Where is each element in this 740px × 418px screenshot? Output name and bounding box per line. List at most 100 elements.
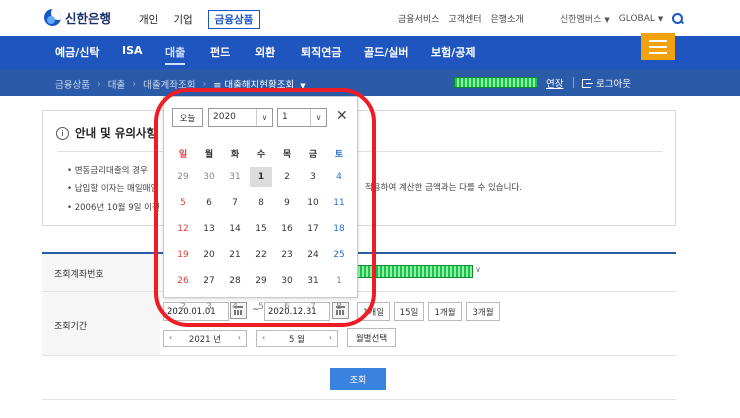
- main-nav-item[interactable]: 예금/신탁: [55, 44, 100, 60]
- main-nav-item[interactable]: 골드/실버: [364, 44, 409, 60]
- today-button[interactable]: 오늘: [172, 108, 203, 127]
- calendar-day[interactable]: 23: [276, 245, 298, 265]
- quick-3month-button[interactable]: 3개월: [466, 302, 500, 321]
- notice-bullet: • 변동금리대출의 경우: [67, 166, 148, 176]
- calendar-day[interactable]: 15: [250, 219, 272, 239]
- weekday-header: 토: [334, 150, 344, 160]
- calendar-day[interactable]: 25: [328, 245, 350, 265]
- main-nav-item[interactable]: ISA: [122, 44, 143, 57]
- chevron-right-icon[interactable]: ›: [329, 333, 332, 342]
- calendar-day[interactable]: 12: [172, 219, 194, 239]
- logo-text: 신한은행: [65, 11, 112, 26]
- calendar-day[interactable]: 3: [302, 167, 324, 187]
- calendar-day[interactable]: 30: [276, 271, 298, 291]
- main-nav-item[interactable]: 외환: [255, 44, 275, 60]
- calendar-day[interactable]: 9: [276, 193, 298, 213]
- top-nav-personal[interactable]: 개인: [139, 12, 158, 27]
- calendar-day[interactable]: 8: [250, 193, 272, 213]
- global-dropdown[interactable]: GLOBAL ▼: [619, 14, 664, 24]
- calendar-day[interactable]: 3: [198, 297, 220, 317]
- top-nav-financial-products[interactable]: 금융상품: [207, 10, 261, 29]
- calendar-day[interactable]: 19: [172, 245, 194, 265]
- notice-bullet: • 2006년 10월 9일 이전: [67, 203, 160, 213]
- calendar-day[interactable]: 22: [250, 245, 272, 265]
- main-nav-item[interactable]: 펀드: [210, 44, 230, 60]
- breadcrumb-item[interactable]: 금융상품: [55, 77, 90, 91]
- calendar-day[interactable]: 2: [276, 167, 298, 187]
- close-icon[interactable]: ✕: [336, 108, 348, 124]
- calendar-day[interactable]: 14: [224, 219, 246, 239]
- calendar-day[interactable]: 7: [302, 297, 324, 317]
- calendar-day[interactable]: 6: [276, 297, 298, 317]
- year-select[interactable]: 2020 ∨: [208, 108, 273, 127]
- family-site-dropdown[interactable]: 신한멤버스 ▼: [560, 12, 610, 25]
- utility-links: 금융서비스 고객센터 은행소개: [398, 12, 533, 25]
- calendar-day[interactable]: 18: [328, 219, 350, 239]
- chevron-down-icon: ∨: [256, 109, 272, 126]
- calendar-day[interactable]: 21: [224, 245, 246, 265]
- calendar-day[interactable]: 31: [302, 271, 324, 291]
- top-nav-corporate[interactable]: 기업: [173, 12, 192, 27]
- quick-15day-button[interactable]: 15일: [394, 302, 424, 321]
- calendar-day[interactable]: 26: [172, 271, 194, 291]
- util-financial-service[interactable]: 금융서비스: [398, 12, 439, 25]
- calendar-day[interactable]: 7: [224, 193, 246, 213]
- calendar-day[interactable]: 30: [198, 167, 220, 187]
- breadcrumb-item[interactable]: 대출계좌조회: [143, 77, 195, 91]
- month-select[interactable]: 1 ∨: [277, 108, 327, 127]
- notice-bullet: • 납입할 이자는 매일매일: [67, 184, 159, 194]
- month-stepper[interactable]: ‹ 5 월 ›: [256, 330, 338, 347]
- search-icon[interactable]: [672, 12, 684, 25]
- masked-account-select[interactable]: [355, 265, 473, 278]
- notice-title-text: 안내 및 유의사항: [75, 126, 158, 140]
- account-label: 조회계좌번호: [42, 254, 160, 292]
- calendar-day[interactable]: 5: [250, 297, 272, 317]
- calendar-day[interactable]: 6: [198, 193, 220, 213]
- logout-button[interactable]: 로그아웃: [582, 76, 631, 90]
- month-select-button[interactable]: 월별선택: [347, 328, 396, 347]
- calendar-day[interactable]: 28: [224, 271, 246, 291]
- year-stepper[interactable]: ‹ 2021 년 ›: [163, 330, 247, 347]
- calendar-day[interactable]: 13: [198, 219, 220, 239]
- search-button[interactable]: 조회: [330, 368, 386, 390]
- calendar-day[interactable]: 4: [328, 167, 350, 187]
- calendar-day[interactable]: 20: [198, 245, 220, 265]
- logo[interactable]: 신한은행: [44, 8, 111, 27]
- calendar-day[interactable]: 31: [224, 167, 246, 187]
- main-nav-item[interactable]: 대출: [165, 44, 186, 65]
- extend-link[interactable]: 연장: [546, 76, 563, 90]
- masked-user-name: [454, 77, 538, 88]
- chevron-down-icon: ∨: [475, 265, 481, 274]
- hamburger-menu-button[interactable]: [641, 33, 675, 60]
- hamburger-line: [649, 51, 667, 54]
- calendar-day[interactable]: 10: [302, 193, 324, 213]
- calendar-day[interactable]: 27: [198, 271, 220, 291]
- calendar-day[interactable]: 16: [276, 219, 298, 239]
- calendar-day[interactable]: 24: [302, 245, 324, 265]
- calendar-day[interactable]: 1: [328, 271, 350, 291]
- main-nav-item[interactable]: 퇴직연금: [301, 44, 341, 60]
- main-nav-item[interactable]: 보험/공제: [431, 44, 476, 60]
- quick-1month-button[interactable]: 1개월: [428, 302, 462, 321]
- util-bank-intro[interactable]: 은행소개: [491, 12, 524, 25]
- weekday-header: 화: [230, 150, 240, 160]
- util-customer-center[interactable]: 고객센터: [448, 12, 481, 25]
- breadcrumb: 금융상품 › 대출 › 대출계좌조회 › ≡ 대출해지현황조회 ▼: [55, 77, 306, 92]
- calendar-day[interactable]: 5: [172, 193, 194, 213]
- calendar-day[interactable]: 29: [172, 167, 194, 187]
- quick-1day-button[interactable]: 1개일: [357, 302, 390, 321]
- calendar-day[interactable]: 29: [250, 271, 272, 291]
- breadcrumb-current[interactable]: ≡ 대출해지현황조회 ▼: [213, 77, 305, 91]
- calendar-day[interactable]: 2: [172, 297, 194, 317]
- calendar-day[interactable]: 17: [302, 219, 324, 239]
- chevron-right-icon[interactable]: ›: [238, 333, 241, 342]
- calendar-day[interactable]: 11: [328, 193, 350, 213]
- calendar-day[interactable]: 4: [224, 297, 246, 317]
- calendar-day[interactable]: 1: [250, 167, 272, 187]
- year-select-value: 2020: [213, 112, 236, 122]
- breadcrumb-item[interactable]: 대출: [108, 77, 125, 91]
- top-header: 신한은행 개인 기업 금융상품 금융서비스 고객센터 은행소개 신한멤버스 ▼ G…: [0, 0, 740, 36]
- utility-right: 신한멤버스 ▼ GLOBAL ▼: [560, 12, 684, 25]
- year-stepper-value: 2021 년: [188, 335, 222, 345]
- calendar-day[interactable]: 8: [328, 297, 350, 317]
